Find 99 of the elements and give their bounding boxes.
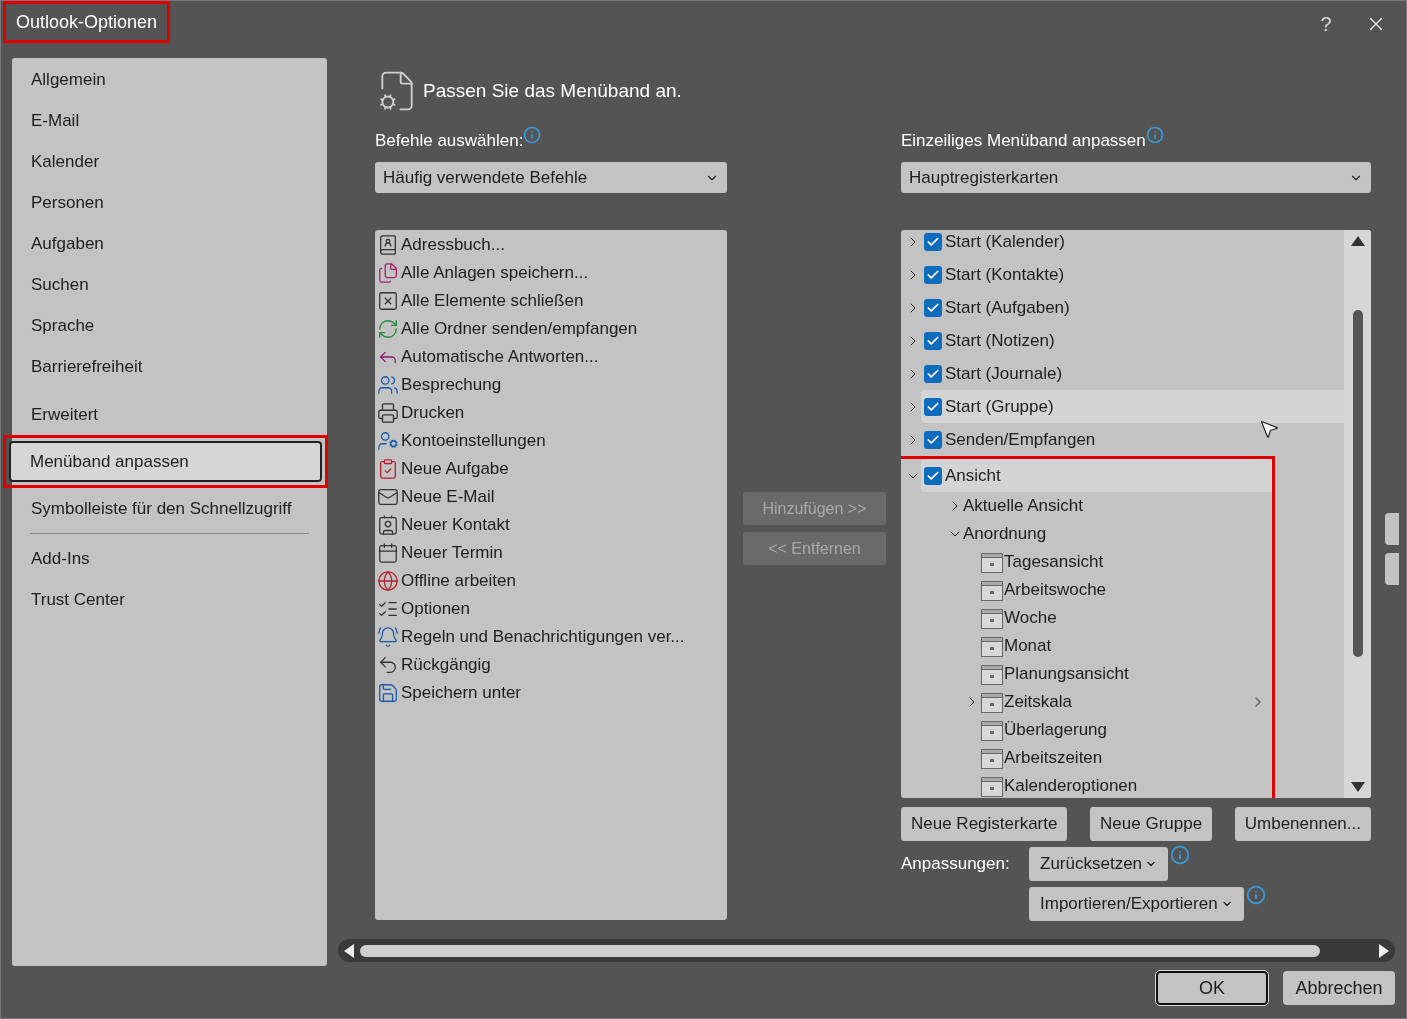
info-icon (1245, 885, 1266, 905)
globe-icon (377, 570, 399, 592)
commands-dropdown[interactable]: Häufig verwendete Befehle (375, 162, 727, 193)
info-icon (1170, 845, 1191, 865)
scroll-left-icon[interactable] (344, 943, 354, 958)
command-item[interactable]: Alle Ordner senden/empfangen (401, 316, 638, 342)
help-button[interactable]: ? (1306, 3, 1346, 44)
ribbon-label: Einzeiliges Menüband anpassen (901, 130, 1146, 153)
checkbox[interactable] (924, 265, 942, 284)
checkbox[interactable] (924, 232, 942, 251)
sidebar-item[interactable]: Barrierefreiheit (12, 346, 327, 387)
tree-item-label[interactable]: Start (Journale) (945, 360, 1063, 387)
calendar-icon (377, 542, 399, 564)
command-item[interactable]: Neue Aufgabe (401, 456, 509, 482)
scroll-thumb[interactable] (1352, 310, 1363, 657)
scroll-right-icon[interactable] (1379, 943, 1389, 958)
command-item[interactable]: Offline arbeiten (401, 568, 516, 594)
sync-arrows-icon (377, 318, 399, 340)
window-close-icon (377, 290, 399, 312)
command-item[interactable]: Drucken (401, 400, 465, 426)
horizontal-scrollbar[interactable] (338, 939, 1395, 962)
window-title: Outlook-Optionen (3, 1, 171, 43)
mouse-cursor-icon (1258, 418, 1280, 440)
sidebar-item[interactable]: Allgemein (12, 59, 327, 100)
sidebar-item[interactable]: Symbolleiste für den Schnellzugriff (12, 488, 327, 529)
people-icon (377, 374, 399, 396)
save-icon (377, 682, 399, 704)
sidebar-item[interactable]: Add-Ins (12, 538, 327, 579)
address-book-icon (377, 234, 399, 256)
command-item[interactable]: Alle Elemente schließen (401, 288, 584, 314)
tree-item-label[interactable]: Tagesansicht (1004, 549, 1104, 575)
ribbon-dropdown[interactable]: Hauptregisterkarten (901, 162, 1371, 193)
customizations-label: Anpassungen: (901, 853, 1011, 875)
user-gear-icon (377, 430, 399, 452)
reset-dropdown-button[interactable]: Zurücksetzen (1029, 847, 1169, 881)
sidebar-item[interactable]: Sprache (12, 305, 327, 346)
command-item[interactable]: Neue E-Mail (401, 484, 495, 510)
checkbox[interactable] (924, 298, 942, 317)
command-item[interactable]: Speichern unter (401, 680, 522, 706)
info-icon (523, 126, 542, 144)
tree-item-label[interactable]: Start (Aufgaben) (945, 294, 1070, 321)
command-item[interactable]: Adressbuch... (401, 232, 505, 258)
command-item[interactable]: Optionen (401, 596, 470, 622)
tree-item-label[interactable]: Ansicht (945, 462, 1001, 489)
sidebar-item[interactable]: Erweitert (12, 394, 327, 435)
command-item[interactable]: Rückgängig (401, 652, 491, 678)
tree-item-label[interactable]: Zeitskala (1004, 689, 1073, 715)
tree-item-label[interactable]: Senden/Empfangen (945, 426, 1096, 453)
vertical-scrollbar[interactable] (1344, 230, 1371, 798)
rename-button[interactable]: Umbenennen... (1234, 807, 1371, 841)
info-icon (1145, 126, 1164, 144)
commands-label: Befehle auswählen: (375, 130, 524, 153)
tree-item-label[interactable]: Start (Kalender) (945, 230, 1065, 255)
documents-icon (377, 262, 399, 284)
import-export-dropdown-button[interactable]: Importieren/Exportieren (1029, 887, 1244, 921)
tree-item-label[interactable]: Arbeitswoche (1004, 577, 1107, 603)
clipboard-check-icon (377, 458, 399, 480)
cancel-button[interactable]: Abbrechen (1283, 971, 1395, 1005)
bell-icon (377, 626, 399, 648)
sidebar-item[interactable]: Suchen (12, 264, 327, 305)
tree-item-label[interactable]: Planungsansicht (1004, 661, 1129, 687)
checkbox[interactable] (924, 466, 942, 485)
undo-icon (377, 654, 399, 676)
sidebar-item[interactable]: Menüband anpassen (9, 441, 322, 482)
tree-item-label[interactable]: Monat (1004, 633, 1052, 659)
sidebar-item[interactable]: Aufgaben (12, 223, 327, 264)
checkbox[interactable] (924, 430, 942, 449)
scroll-down-icon[interactable] (1350, 782, 1365, 792)
command-item[interactable]: Kontoeinstellungen (401, 428, 546, 454)
sidebar-item[interactable]: Kalender (12, 141, 327, 182)
command-item[interactable]: Neuer Kontakt (401, 512, 510, 538)
tree-item-label[interactable]: Anordnung (963, 521, 1047, 547)
contact-card-icon (377, 514, 399, 536)
checkbox[interactable] (924, 331, 942, 350)
tree-item-label[interactable]: Arbeitszeiten (1004, 745, 1103, 771)
scroll-up-icon[interactable] (1350, 236, 1365, 246)
envelope-icon (377, 486, 399, 508)
ok-button[interactable]: OK (1156, 971, 1268, 1005)
command-item[interactable]: Regeln und Benachrichtigungen ver... (401, 624, 685, 650)
checkbox[interactable] (924, 397, 942, 416)
tree-item-label[interactable]: Woche (1004, 605, 1057, 631)
command-item[interactable]: Besprechung (401, 372, 502, 398)
printer-icon (377, 402, 399, 424)
new-group-button[interactable]: Neue Gruppe (1090, 807, 1213, 841)
checkbox[interactable] (924, 364, 942, 383)
sidebar-item[interactable]: Personen (12, 182, 327, 223)
tree-item-label[interactable]: Überlagerung (1004, 717, 1107, 743)
sidebar-item[interactable]: E-Mail (12, 100, 327, 141)
command-item[interactable]: Alle Anlagen speichern... (401, 260, 589, 286)
command-item[interactable]: Neuer Termin (401, 540, 503, 566)
command-item[interactable]: Automatische Antworten... (401, 344, 599, 370)
tree-item-label[interactable]: Aktuelle Ansicht (963, 493, 1083, 519)
tree-item-label[interactable]: Start (Notizen) (945, 327, 1055, 354)
scroll-thumb[interactable] (360, 944, 1320, 957)
new-tab-button[interactable]: Neue Registerkarte (901, 807, 1068, 841)
tree-item-label[interactable]: Kalenderoptionen (1004, 773, 1138, 798)
sidebar-item[interactable]: Trust Center (12, 579, 327, 620)
tree-item-label[interactable]: Start (Kontakte) (945, 261, 1065, 288)
page-heading: Passen Sie das Menüband an. (423, 78, 682, 103)
